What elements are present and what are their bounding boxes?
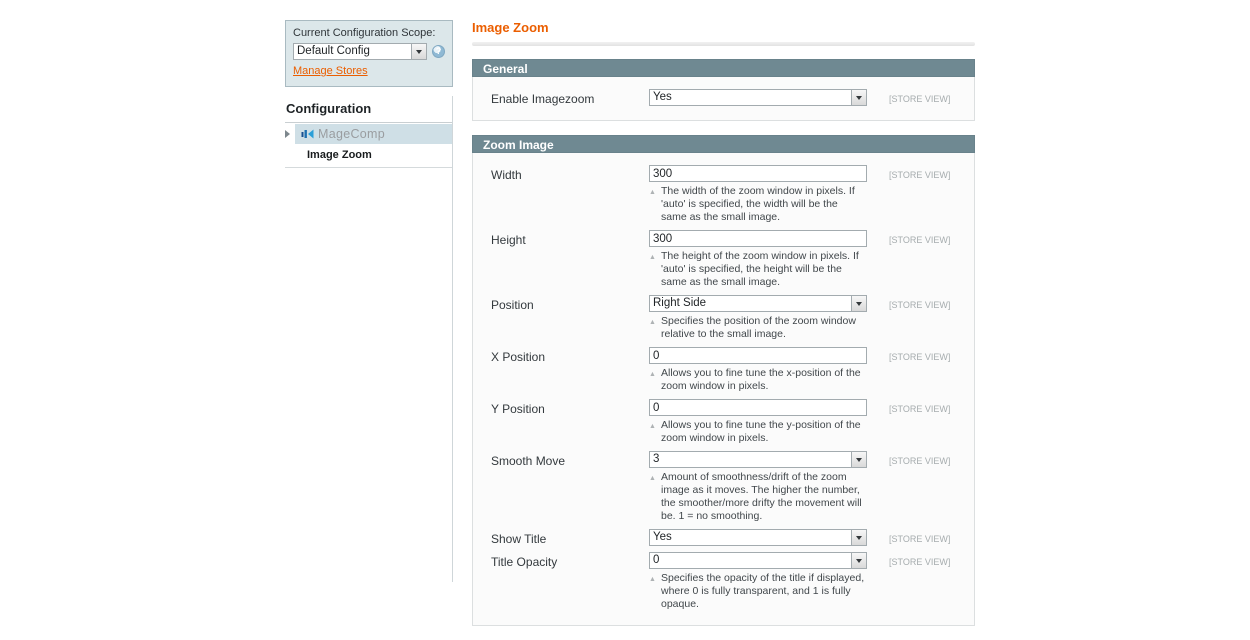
sidebar: Current Configuration Scope: Default Con…	[285, 20, 453, 582]
field-row-y-position: Y Position ▲Allows you to fine tune the …	[491, 399, 964, 445]
sidebar-item-image-zoom[interactable]: Image Zoom	[285, 144, 452, 168]
note-marker-icon: ▲	[649, 316, 656, 329]
magecomp-logo-icon	[301, 128, 314, 140]
field-label: Width	[491, 165, 649, 224]
dropdown-arrow-icon[interactable]	[851, 553, 866, 568]
scope-label: [STORE VIEW]	[889, 89, 950, 106]
field-label: Position	[491, 295, 649, 341]
scope-label: [STORE VIEW]	[889, 165, 950, 224]
title-divider	[472, 42, 975, 46]
config-content: Image Zoom General Enable Imagezoom Yes …	[472, 20, 975, 640]
field-row-width: Width ▲The width of the zoom window in p…	[491, 165, 964, 224]
note-marker-icon: ▲	[649, 420, 656, 433]
field-note: ▲Specifies the position of the zoom wind…	[649, 315, 865, 341]
scope-label-text: Current Configuration Scope:	[293, 27, 445, 39]
note-marker-icon: ▲	[649, 251, 656, 264]
help-icon[interactable]: ?	[432, 45, 445, 58]
position-select[interactable]: Right Side	[649, 295, 867, 312]
field-select-value: Yes	[653, 91, 672, 103]
field-row-enable-imagezoom: Enable Imagezoom Yes [STORE VIEW]	[491, 89, 964, 106]
field-note: ▲The width of the zoom window in pixels.…	[649, 185, 865, 224]
field-note: ▲Allows you to fine tune the y-position …	[649, 419, 865, 445]
section-general-header[interactable]: General	[472, 59, 975, 77]
sidebar-item-magecomp[interactable]: MageComp	[285, 124, 452, 144]
note-marker-icon: ▲	[649, 573, 656, 586]
enable-imagezoom-select[interactable]: Yes	[649, 89, 867, 106]
scope-label: [STORE VIEW]	[889, 230, 950, 289]
chevron-right-icon[interactable]	[285, 130, 295, 138]
field-row-height: Height ▲The height of the zoom window in…	[491, 230, 964, 289]
y-position-input[interactable]	[649, 399, 867, 416]
field-label: Smooth Move	[491, 451, 649, 523]
dropdown-arrow-icon[interactable]	[851, 296, 866, 311]
field-select-value: 3	[653, 453, 659, 465]
section-general: General Enable Imagezoom Yes [STORE VIEW…	[472, 59, 975, 121]
field-label: Enable Imagezoom	[491, 89, 649, 106]
field-row-show-title: Show Title Yes [STORE VIEW]	[491, 529, 964, 546]
field-row-x-position: X Position ▲Allows you to fine tune the …	[491, 347, 964, 393]
dropdown-arrow-icon[interactable]	[411, 44, 426, 59]
field-note: ▲Amount of smoothness/drift of the zoom …	[649, 471, 865, 523]
manage-stores-link[interactable]: Manage Stores	[293, 65, 368, 77]
field-label: Y Position	[491, 399, 649, 445]
configuration-heading: Configuration	[285, 96, 452, 123]
x-position-input[interactable]	[649, 347, 867, 364]
field-row-position: Position Right Side ▲Specifies the posit…	[491, 295, 964, 341]
field-note: ▲Specifies the opacity of the title if d…	[649, 572, 865, 611]
field-select-value: Right Side	[653, 297, 706, 309]
dropdown-arrow-icon[interactable]	[851, 90, 866, 105]
field-note: ▲The height of the zoom window in pixels…	[649, 250, 865, 289]
scope-label: [STORE VIEW]	[889, 295, 950, 341]
note-marker-icon: ▲	[649, 368, 656, 381]
field-note: ▲Allows you to fine tune the x-position …	[649, 367, 865, 393]
note-marker-icon: ▲	[649, 186, 656, 199]
field-label: X Position	[491, 347, 649, 393]
width-input[interactable]	[649, 165, 867, 182]
scope-label: [STORE VIEW]	[889, 552, 950, 611]
field-label: Height	[491, 230, 649, 289]
field-label: Title Opacity	[491, 552, 649, 611]
section-zoom-image: Zoom Image Width ▲The width of the zoom …	[472, 135, 975, 626]
field-select-value: Yes	[653, 531, 672, 543]
section-zoom-image-header[interactable]: Zoom Image	[472, 135, 975, 153]
scope-label: [STORE VIEW]	[889, 347, 950, 393]
field-row-smooth-move: Smooth Move 3 ▲Amount of smoothness/drif…	[491, 451, 964, 523]
configuration-nav-panel: Configuration MageComp Image Zoom	[285, 96, 453, 582]
scope-label: [STORE VIEW]	[889, 451, 950, 523]
height-input[interactable]	[649, 230, 867, 247]
scope-select-value: Default Config	[297, 45, 370, 57]
field-label: Show Title	[491, 529, 649, 546]
show-title-select[interactable]: Yes	[649, 529, 867, 546]
smooth-move-select[interactable]: 3	[649, 451, 867, 468]
sidebar-item-magecomp-label: MageComp	[318, 127, 385, 141]
configuration-scope-box: Current Configuration Scope: Default Con…	[285, 20, 453, 87]
field-select-value: 0	[653, 554, 659, 566]
dropdown-arrow-icon[interactable]	[851, 530, 866, 545]
scope-select[interactable]: Default Config	[293, 43, 427, 60]
page-title: Image Zoom	[472, 20, 975, 35]
note-marker-icon: ▲	[649, 472, 656, 485]
title-opacity-select[interactable]: 0	[649, 552, 867, 569]
scope-label: [STORE VIEW]	[889, 399, 950, 445]
scope-label: [STORE VIEW]	[889, 529, 950, 546]
dropdown-arrow-icon[interactable]	[851, 452, 866, 467]
field-row-title-opacity: Title Opacity 0 ▲Specifies the opacity o…	[491, 552, 964, 611]
